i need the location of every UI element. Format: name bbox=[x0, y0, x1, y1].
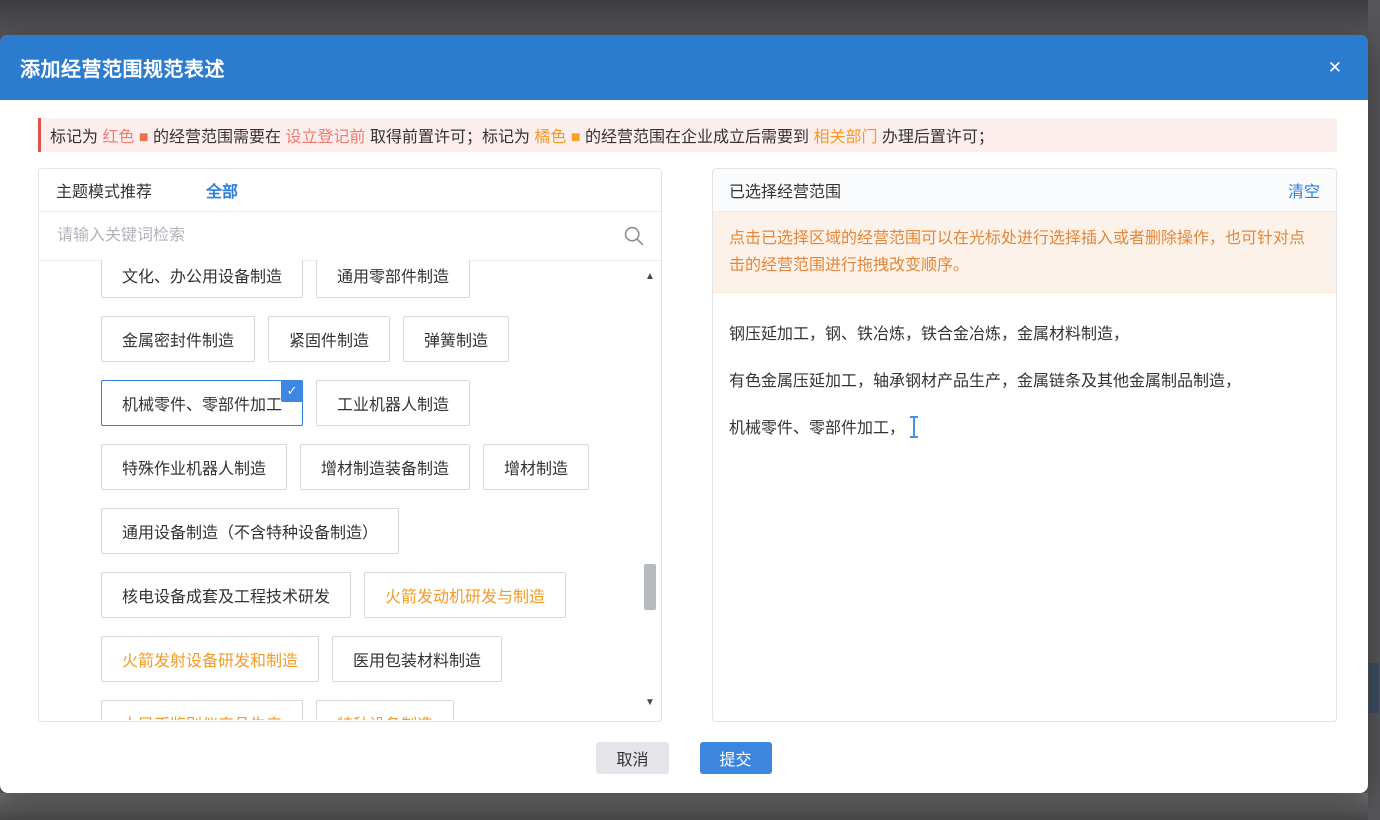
scope-tag-label: 特殊作业机器人制造 bbox=[122, 455, 266, 479]
scope-tag-label: 特种设备制造 bbox=[337, 711, 433, 720]
clear-button[interactable]: 清空 bbox=[1288, 178, 1320, 202]
scope-tag[interactable]: 通用零部件制造 bbox=[316, 260, 470, 298]
scope-picker-panel: 主题模式推荐 全部 文化、办公用设备制造 通用零部件制造金属密封件制造 紧固件制造 弹… bbox=[38, 168, 662, 722]
selected-scope-area[interactable]: 钢压延加工，钢、铁冶炼，铁合金冶炼，金属材料制造， 有色金属压延加工，轴承钢材产品… bbox=[713, 293, 1336, 441]
scope-tag[interactable]: 通用设备制造（不含特种设备制造） bbox=[101, 508, 399, 554]
text-cursor-icon bbox=[913, 416, 915, 438]
scope-tag-label: 工业机器人制造 bbox=[337, 391, 449, 415]
scope-tag-label: 增材制造 bbox=[504, 455, 568, 479]
selected-scope-line[interactable]: 机械零件、零部件加工， bbox=[729, 417, 1320, 441]
page-title: 添加经营范围规范表述 bbox=[20, 53, 225, 82]
tag-row: 特殊作业机器人制造 增材制造装备制造 增材制造 bbox=[101, 444, 639, 490]
scope-tag[interactable]: 紧固件制造 bbox=[268, 316, 390, 362]
scope-tag-list: 文化、办公用设备制造 通用零部件制造金属密封件制造 紧固件制造 弹簧制造机械零件、零部… bbox=[101, 260, 639, 720]
selected-scope-text: 钢压延加工，钢、铁冶炼，铁合金冶炼，金属材料制造， bbox=[729, 326, 1129, 343]
notice-segment: 红色 bbox=[102, 129, 134, 146]
scope-tag[interactable]: 机械零件、零部件加工✓ bbox=[101, 380, 303, 426]
tag-row: 文化、办公用设备制造 通用零部件制造 bbox=[101, 260, 639, 298]
scroll-down-icon[interactable]: ▼ bbox=[641, 694, 659, 712]
scope-tag[interactable]: 文化、办公用设备制造 bbox=[101, 260, 303, 298]
scope-tag[interactable]: 特种设备制造 bbox=[316, 700, 454, 720]
selected-scope-title: 已选择经营范围 bbox=[729, 178, 841, 202]
notice-bar: 标记为 红色 ■ 的经营范围需要在 设立登记前 取得前置许可；标记为 橘色 ■ … bbox=[38, 118, 1337, 152]
selected-scope-panel: 已选择经营范围 清空 点击已选择区域的经营范围可以在光标处进行选择插入或者删除操… bbox=[712, 168, 1337, 722]
scope-tag[interactable]: 金属密封件制造 bbox=[101, 316, 255, 362]
selected-scope-line[interactable]: 钢压延加工，钢、铁冶炼，铁合金冶炼，金属材料制造， bbox=[729, 323, 1320, 347]
scope-tag-label: 火箭发动机研发与制造 bbox=[385, 583, 545, 607]
scope-tag-label: 紧固件制造 bbox=[289, 327, 369, 351]
search-row bbox=[39, 212, 661, 261]
check-icon: ✓ bbox=[281, 380, 303, 402]
close-icon[interactable]: ✕ bbox=[1322, 55, 1348, 80]
scope-tag-label: 弹簧制造 bbox=[424, 327, 488, 351]
scope-tag-label: 通用零部件制造 bbox=[337, 263, 449, 287]
notice-segment: ■ bbox=[139, 129, 149, 146]
scope-tag-label: 医用包装材料制造 bbox=[353, 647, 481, 671]
scope-tag[interactable]: 弹簧制造 bbox=[403, 316, 509, 362]
scope-tag[interactable]: 增材制造 bbox=[483, 444, 589, 490]
tag-row: 通用设备制造（不含特种设备制造） bbox=[101, 508, 639, 554]
tag-row: 金属密封件制造 紧固件制造 弹簧制造 bbox=[101, 316, 639, 362]
tag-row: 机械零件、零部件加工✓ 工业机器人制造 bbox=[101, 380, 639, 426]
tag-row: 人民币鉴别仪产品生产 特种设备制造 bbox=[101, 700, 639, 720]
dialog-header: 添加经营范围规范表述 ✕ bbox=[0, 35, 1368, 100]
scope-tag-label: 通用设备制造（不含特种设备制造） bbox=[122, 519, 378, 543]
scope-tag[interactable]: 火箭发动机研发与制造 bbox=[364, 572, 566, 618]
scope-tag-label: 文化、办公用设备制造 bbox=[122, 263, 282, 287]
scope-tag[interactable]: 核电设备成套及工程技术研发 bbox=[101, 572, 351, 618]
scope-tag-label: 人民币鉴别仪产品生产 bbox=[122, 711, 282, 720]
scroll-up-icon[interactable]: ▲ bbox=[641, 268, 659, 286]
tag-row: 火箭发射设备研发和制造 医用包装材料制造 bbox=[101, 636, 639, 682]
selected-scope-text: 机械零件、零部件加工， bbox=[729, 420, 905, 437]
scope-tag[interactable]: 特殊作业机器人制造 bbox=[101, 444, 287, 490]
scope-tag-label: 火箭发射设备研发和制造 bbox=[122, 647, 298, 671]
page-scrollbar-thumb[interactable] bbox=[1369, 663, 1379, 713]
scope-tag[interactable]: 增材制造装备制造 bbox=[300, 444, 470, 490]
notice-segment: 取得前置许可；标记为 bbox=[366, 129, 535, 146]
dialog-body: 主题模式推荐 全部 文化、办公用设备制造 通用零部件制造金属密封件制造 紧固件制造 弹… bbox=[38, 168, 1337, 722]
notice-segment: 相关部门 bbox=[813, 129, 877, 146]
selected-scope-header: 已选择经营范围 清空 bbox=[713, 169, 1336, 212]
scope-tag[interactable]: 工业机器人制造 bbox=[316, 380, 470, 426]
selected-scope-text: 有色金属压延加工，轴承钢材产品生产，金属链条及其他金属制品制造， bbox=[729, 373, 1241, 390]
dimmed-overlay bbox=[0, 793, 1368, 820]
dialog-footer: 取消 提交 bbox=[0, 722, 1368, 793]
scope-tag-label: 机械零件、零部件加工 bbox=[122, 391, 282, 415]
selection-hint: 点击已选择区域的经营范围可以在光标处进行选择插入或者删除操作，也可针对点击的经营… bbox=[713, 212, 1336, 293]
search-input[interactable] bbox=[55, 226, 615, 246]
notice-segment: 标记为 bbox=[50, 129, 102, 146]
cancel-button[interactable]: 取消 bbox=[596, 742, 668, 774]
scope-tag-label: 增材制造装备制造 bbox=[321, 455, 449, 479]
submit-button[interactable]: 提交 bbox=[700, 742, 772, 774]
scope-tag-label: 金属密封件制造 bbox=[122, 327, 234, 351]
page-scrollbar[interactable] bbox=[1368, 0, 1380, 820]
notice-segment: 橘色 bbox=[534, 129, 566, 146]
tab-bar: 主题模式推荐 全部 bbox=[39, 169, 661, 212]
search-icon[interactable] bbox=[623, 225, 645, 247]
add-business-scope-dialog: 添加经营范围规范表述 ✕ 标记为 红色 ■ 的经营范围需要在 设立登记前 取得前… bbox=[0, 35, 1368, 793]
scope-tag[interactable]: 火箭发射设备研发和制造 bbox=[101, 636, 319, 682]
scope-tag[interactable]: 医用包装材料制造 bbox=[332, 636, 502, 682]
list-scrollbar[interactable]: ▲ ▼ bbox=[641, 260, 659, 720]
notice-segment: 的经营范围在企业成立后需要到 bbox=[581, 129, 814, 146]
tab-theme-mode[interactable]: 主题模式推荐 bbox=[56, 178, 152, 202]
tag-row: 核电设备成套及工程技术研发 火箭发动机研发与制造 bbox=[101, 572, 639, 618]
notice-segment: ■ bbox=[571, 129, 581, 146]
selected-scope-line[interactable]: 有色金属压延加工，轴承钢材产品生产，金属链条及其他金属制品制造， bbox=[729, 370, 1320, 394]
notice-segment: 办理后置许可； bbox=[877, 129, 993, 146]
notice-segment: 的经营范围需要在 bbox=[149, 129, 286, 146]
scope-tag-viewport: 文化、办公用设备制造 通用零部件制造金属密封件制造 紧固件制造 弹簧制造机械零件、零部… bbox=[39, 260, 639, 720]
scope-tag-label: 核电设备成套及工程技术研发 bbox=[122, 583, 330, 607]
scope-tag[interactable]: 人民币鉴别仪产品生产 bbox=[101, 700, 303, 720]
list-scrollbar-thumb[interactable] bbox=[644, 564, 656, 610]
notice-text: 标记为 红色 ■ 的经营范围需要在 设立登记前 取得前置许可；标记为 橘色 ■ … bbox=[50, 123, 994, 147]
notice-segment: 设立登记前 bbox=[286, 129, 366, 146]
tab-all[interactable]: 全部 bbox=[206, 178, 238, 202]
